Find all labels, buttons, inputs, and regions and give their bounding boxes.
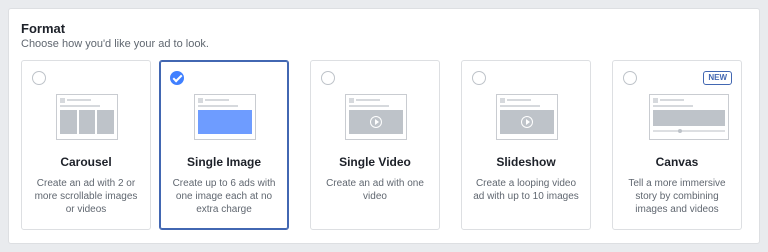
single-image-preview-icon — [194, 94, 256, 140]
format-card-single-video[interactable]: Single Video Create an ad with one video — [310, 60, 440, 230]
card-title: Single Video — [339, 155, 411, 169]
play-icon — [370, 116, 382, 128]
format-card-canvas[interactable]: NEW Canvas Tell a more immersive story b… — [612, 60, 742, 230]
card-title: Canvas — [655, 155, 699, 169]
format-card-slideshow[interactable]: Slideshow Create a looping video ad with… — [461, 60, 591, 230]
radio-button[interactable] — [321, 71, 335, 85]
card-description: Create a looping video ad with up to 10 … — [473, 178, 579, 202]
card-title: Single Image — [186, 155, 262, 169]
checkmark-icon[interactable] — [170, 71, 184, 85]
format-card-single-image[interactable]: Single Image Create up to 6 ads with one… — [159, 60, 289, 230]
card-description: Create an ad with one video — [326, 178, 424, 202]
canvas-preview-icon — [649, 94, 729, 140]
card-description: Create up to 6 ads with one image each a… — [172, 178, 276, 215]
card-title: Carousel — [60, 155, 112, 169]
new-badge: NEW — [703, 71, 732, 85]
radio-button[interactable] — [32, 71, 46, 85]
card-title: Slideshow — [496, 155, 556, 169]
format-card-carousel[interactable]: Carousel Create an ad with 2 or more scr… — [21, 60, 151, 230]
card-description: Tell a more immersive story by combining… — [628, 178, 726, 215]
play-icon — [521, 116, 533, 128]
section-title: Format — [21, 21, 66, 36]
slideshow-preview-icon — [496, 94, 558, 140]
carousel-preview-icon — [56, 94, 118, 140]
section-subtitle: Choose how you'd like your ad to look. — [21, 38, 209, 50]
format-section: Format Choose how you'd like your ad to … — [8, 8, 760, 244]
card-description: Create an ad with 2 or more scrollable i… — [34, 178, 138, 215]
radio-button[interactable] — [472, 71, 486, 85]
single-video-preview-icon — [345, 94, 407, 140]
radio-button[interactable] — [623, 71, 637, 85]
